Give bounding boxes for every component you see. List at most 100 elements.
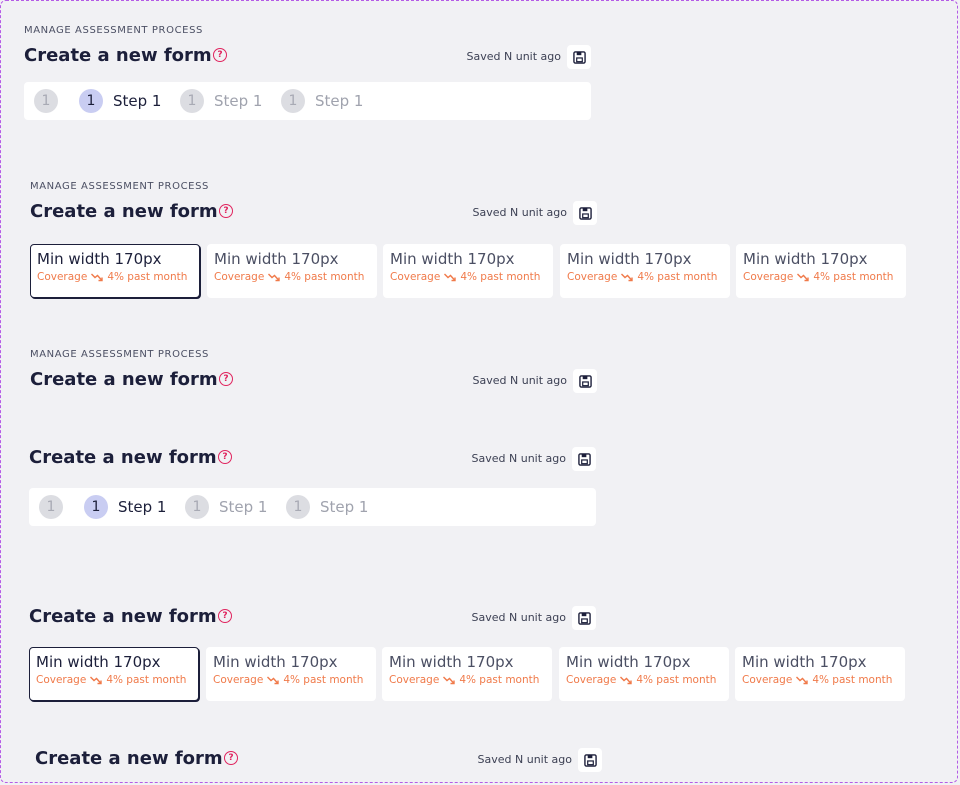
card-change: 4% past month bbox=[812, 674, 893, 686]
help-circle-icon[interactable]: ? bbox=[218, 609, 232, 623]
card-metric: Coverage bbox=[566, 674, 617, 686]
trending-down-icon bbox=[444, 273, 457, 281]
step-2[interactable]: 1 Step 1 bbox=[84, 495, 166, 519]
step-number: 1 bbox=[185, 495, 209, 519]
card-metric: Coverage bbox=[567, 271, 618, 283]
step-number: 1 bbox=[79, 89, 103, 113]
step-label: Step 1 bbox=[214, 92, 263, 110]
save-button[interactable] bbox=[573, 201, 597, 225]
saved-status: Saved N unit ago bbox=[472, 206, 567, 219]
step-3[interactable]: 1 Step 1 bbox=[185, 495, 267, 519]
page-title: Create a new form bbox=[29, 447, 217, 468]
floppy-disk-icon bbox=[583, 753, 597, 767]
trending-down-icon bbox=[267, 676, 280, 684]
title-row: Create a new form ? Saved N unit ago bbox=[24, 45, 591, 73]
trending-down-icon bbox=[268, 273, 281, 281]
metric-card[interactable]: Min width 170px Coverage 4% past month bbox=[736, 244, 906, 298]
card-meta: Coverage 4% past month bbox=[742, 674, 898, 686]
saved-status: Saved N unit ago bbox=[466, 50, 561, 63]
step-2[interactable]: 1 Step 1 bbox=[79, 89, 161, 113]
save-button[interactable] bbox=[572, 606, 596, 630]
floppy-disk-icon bbox=[572, 50, 586, 64]
step-label: Step 1 bbox=[320, 498, 369, 516]
card-title: Min width 170px bbox=[742, 653, 867, 671]
help-circle-icon[interactable]: ? bbox=[213, 48, 227, 62]
form-header-with-stepper: MANAGE ASSESSMENT PROCESS Create a new f… bbox=[24, 25, 591, 120]
floppy-disk-icon bbox=[577, 611, 591, 625]
metric-card[interactable]: Min width 170px Coverage 4% past month bbox=[735, 647, 905, 701]
step-4[interactable]: 1 Step 1 bbox=[286, 495, 368, 519]
step-label: Step 1 bbox=[219, 498, 268, 516]
eyebrow: MANAGE ASSESSMENT PROCESS bbox=[30, 181, 209, 192]
step-number: 1 bbox=[281, 89, 305, 113]
trending-down-icon bbox=[621, 273, 634, 281]
help-circle-icon[interactable]: ? bbox=[224, 751, 238, 765]
trending-down-icon bbox=[443, 676, 456, 684]
card-metric: Coverage bbox=[36, 674, 87, 686]
metric-cards: Min width 170px Coverage 4% past month Min… bbox=[30, 244, 906, 298]
step-number: 1 bbox=[84, 495, 108, 519]
card-meta: Coverage 4% past month bbox=[389, 674, 545, 686]
floppy-disk-icon bbox=[577, 452, 591, 466]
page-title: Create a new form bbox=[35, 748, 223, 769]
title-row: Create a new form ? Saved N unit ago bbox=[35, 748, 602, 776]
card-change: 4% past month bbox=[459, 674, 540, 686]
stepper: 1 1 Step 1 1 Step 1 1 Step 1 bbox=[24, 82, 591, 120]
card-change: 4% past month bbox=[283, 674, 364, 686]
step-number: 1 bbox=[34, 89, 58, 113]
card-change: 4% past month bbox=[813, 271, 894, 283]
floppy-disk-icon bbox=[578, 206, 592, 220]
step-label: Step 1 bbox=[118, 498, 167, 516]
step-3[interactable]: 1 Step 1 bbox=[180, 89, 262, 113]
card-title: Min width 170px bbox=[390, 250, 515, 268]
card-title: Min width 170px bbox=[213, 653, 338, 671]
card-meta: Coverage 4% past month bbox=[390, 271, 546, 283]
card-change: 4% past month bbox=[460, 271, 541, 283]
card-metric: Coverage bbox=[389, 674, 440, 686]
trending-down-icon bbox=[91, 273, 104, 281]
card-title: Min width 170px bbox=[36, 653, 161, 671]
step-1[interactable]: 1 bbox=[39, 495, 63, 519]
form-header-bottom: Create a new form ? Saved N unit ago bbox=[35, 748, 602, 776]
save-button[interactable] bbox=[567, 45, 591, 69]
help-circle-icon[interactable]: ? bbox=[219, 204, 233, 218]
metric-card[interactable]: Min width 170px Coverage 4% past month bbox=[29, 647, 199, 701]
metric-card[interactable]: Min width 170px Coverage 4% past month bbox=[559, 647, 729, 701]
card-meta: Coverage 4% past month bbox=[36, 674, 192, 686]
card-title: Min width 170px bbox=[389, 653, 514, 671]
step-number: 1 bbox=[39, 495, 63, 519]
metric-card[interactable]: Min width 170px Coverage 4% past month bbox=[206, 647, 376, 701]
step-1[interactable]: 1 bbox=[34, 89, 58, 113]
card-metric: Coverage bbox=[213, 674, 264, 686]
form-header-with-stepper-2: Create a new form ? Saved N unit ago 1 1… bbox=[29, 447, 596, 526]
form-header-with-cards: MANAGE ASSESSMENT PROCESS Create a new f… bbox=[30, 181, 906, 298]
step-label: Step 1 bbox=[315, 92, 364, 110]
help-circle-icon[interactable]: ? bbox=[219, 372, 233, 386]
metric-card[interactable]: Min width 170px Coverage 4% past month bbox=[560, 244, 730, 298]
step-number: 1 bbox=[180, 89, 204, 113]
eyebrow: MANAGE ASSESSMENT PROCESS bbox=[30, 349, 209, 360]
card-change: 4% past month bbox=[636, 674, 717, 686]
card-title: Min width 170px bbox=[37, 250, 162, 268]
card-change: 4% past month bbox=[107, 271, 188, 283]
step-number: 1 bbox=[286, 495, 310, 519]
page-title: Create a new form bbox=[30, 201, 218, 222]
metric-card[interactable]: Min width 170px Coverage 4% past month bbox=[382, 647, 552, 701]
card-meta: Coverage 4% past month bbox=[213, 674, 369, 686]
card-meta: Coverage 4% past month bbox=[214, 271, 370, 283]
trending-down-icon bbox=[90, 676, 103, 684]
card-metric: Coverage bbox=[743, 271, 794, 283]
form-header-simple: MANAGE ASSESSMENT PROCESS Create a new f… bbox=[30, 349, 597, 397]
save-button[interactable] bbox=[578, 748, 602, 772]
saved-status: Saved N unit ago bbox=[477, 753, 572, 766]
metric-card[interactable]: Min width 170px Coverage 4% past month bbox=[207, 244, 377, 298]
save-button[interactable] bbox=[573, 369, 597, 393]
step-4[interactable]: 1 Step 1 bbox=[281, 89, 363, 113]
save-button[interactable] bbox=[572, 447, 596, 471]
title-row: Create a new form ? Saved N unit ago bbox=[30, 201, 597, 229]
card-metric: Coverage bbox=[742, 674, 793, 686]
help-circle-icon[interactable]: ? bbox=[218, 450, 232, 464]
metric-card[interactable]: Min width 170px Coverage 4% past month bbox=[383, 244, 553, 298]
card-metric: Coverage bbox=[390, 271, 441, 283]
metric-card[interactable]: Min width 170px Coverage 4% past month bbox=[30, 244, 200, 298]
